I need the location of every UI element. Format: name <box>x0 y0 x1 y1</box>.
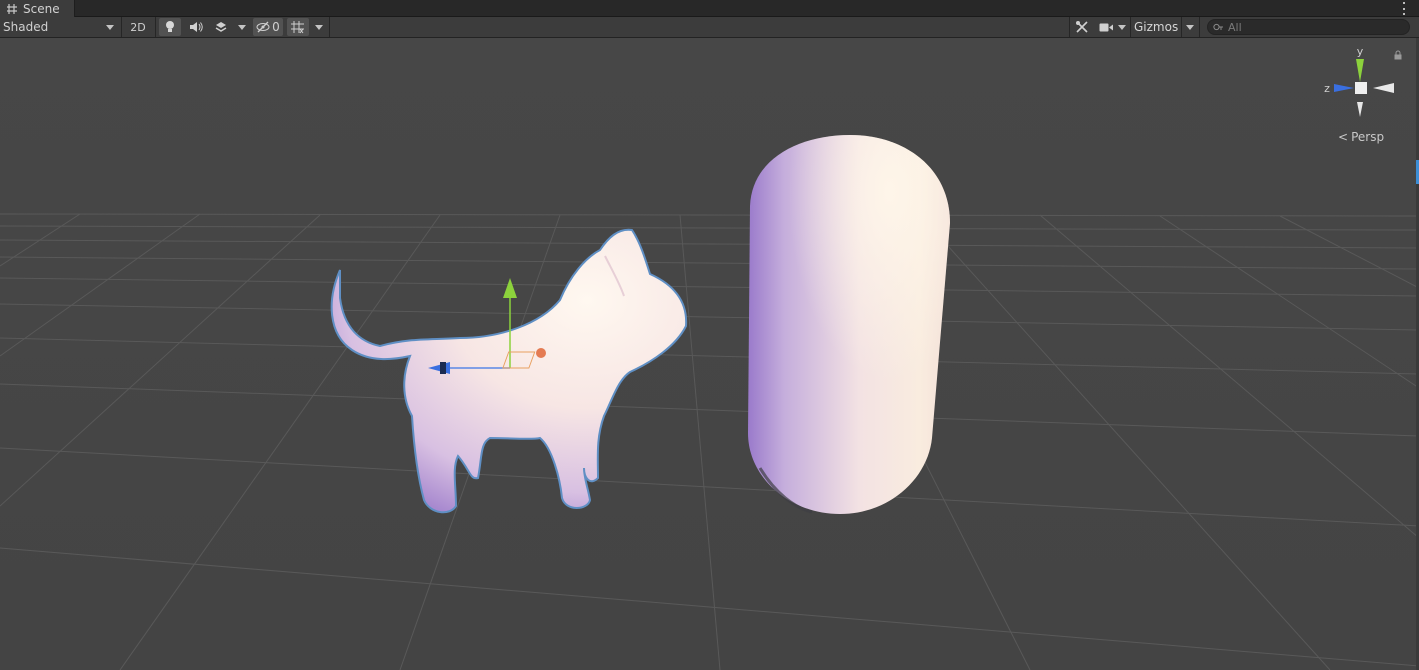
gizmos-toggle-button[interactable]: Gizmos <box>1132 18 1178 36</box>
lightbulb-icon <box>166 21 174 32</box>
perspective-icon: < <box>1338 130 1349 144</box>
chevron-down-icon <box>238 24 246 30</box>
eye-slash-icon <box>256 21 270 33</box>
z-axis-cone[interactable] <box>1334 84 1354 92</box>
hash-grid-icon <box>7 3 17 14</box>
divider <box>121 17 122 37</box>
capsule-object[interactable] <box>748 135 950 514</box>
effects-stack-icon <box>215 22 227 32</box>
search-placeholder: All <box>1228 20 1242 34</box>
crossed-tools-icon <box>1076 21 1088 33</box>
divider <box>1069 17 1070 37</box>
tab-scene[interactable]: Scene <box>0 0 75 17</box>
divider <box>329 17 330 37</box>
grid-snap-dropdown[interactable] <box>312 18 326 36</box>
axis-y-label: y <box>1357 46 1364 58</box>
scene-canvas[interactable] <box>0 38 1419 670</box>
divider <box>155 17 156 37</box>
projection-label: Persp <box>1351 130 1385 144</box>
gizmos-label: Gizmos <box>1134 20 1179 34</box>
more-options-icon[interactable] <box>1401 2 1407 15</box>
scene-search-input[interactable]: All <box>1207 19 1410 35</box>
draw-mode-dropdown[interactable]: Shaded <box>3 18 117 36</box>
y-axis-cone[interactable] <box>1356 59 1364 82</box>
lighting-toggle-button[interactable] <box>159 18 181 36</box>
camera-icon <box>1099 23 1113 31</box>
divider <box>1199 17 1200 37</box>
effects-toggle-button[interactable] <box>210 18 232 36</box>
grid-snap-icon <box>291 21 304 34</box>
orientation-gizmo[interactable]: y z <box>1318 46 1404 128</box>
chevron-down-icon <box>106 24 114 30</box>
effects-dropdown[interactable] <box>235 18 249 36</box>
divider <box>1130 17 1131 37</box>
tab-scene-label: Scene <box>23 1 60 16</box>
axis-z-label: z <box>1324 82 1330 95</box>
chevron-down-icon <box>1117 24 1126 30</box>
scene-tab-bar: Scene <box>0 0 1419 17</box>
tools-button[interactable] <box>1072 18 1092 36</box>
scene-viewport[interactable]: y z < Persp <box>0 38 1419 670</box>
audio-toggle-button[interactable] <box>185 18 207 36</box>
scene-visibility-button[interactable]: 0 <box>253 18 283 36</box>
chevron-down-icon <box>1186 24 1194 30</box>
speaker-icon <box>190 22 203 32</box>
divider <box>1181 17 1182 37</box>
viewport-background <box>0 38 1419 670</box>
lock-icon[interactable] <box>1393 50 1403 60</box>
hidden-objects-count: 0 <box>272 20 280 34</box>
search-icon <box>1213 23 1223 30</box>
chevron-down-icon <box>315 24 323 30</box>
draw-mode-label: Shaded <box>3 20 49 34</box>
toggle-2d-button[interactable]: 2D <box>126 18 150 36</box>
neg-x-axis-cone[interactable] <box>1373 83 1394 93</box>
scene-toolbar: Shaded 2D 0 Gizmos All <box>0 17 1419 38</box>
grid-snap-button[interactable] <box>287 18 309 36</box>
camera-settings-button[interactable] <box>1097 18 1127 36</box>
neg-y-axis-cone[interactable] <box>1357 102 1363 117</box>
center-cube[interactable] <box>1355 82 1367 94</box>
projection-toggle[interactable]: < Persp <box>1338 130 1384 144</box>
gizmos-dropdown[interactable] <box>1183 18 1197 36</box>
